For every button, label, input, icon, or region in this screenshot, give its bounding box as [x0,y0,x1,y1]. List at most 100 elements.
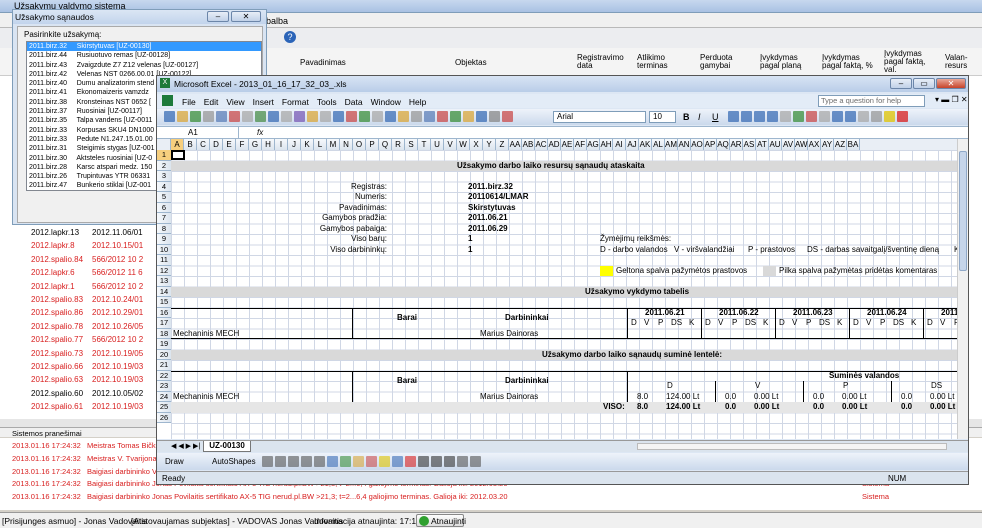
draw-icon[interactable] [301,456,312,467]
picker-list-item[interactable]: 2011.birz.44 Rusiuotuvo remas [UZ-00128] [27,51,261,60]
draw-icon[interactable] [353,456,364,467]
help-icon[interactable]: ? [284,31,296,43]
table-row[interactable]: 2012.lapkr.6 566/2012 11 6 [0,266,170,279]
format-icon[interactable] [845,111,856,122]
menu-insert[interactable]: Insert [253,97,274,107]
toolbar-icon[interactable] [450,111,461,122]
draw-icon[interactable] [288,456,299,467]
toolbar-icon[interactable] [268,111,279,122]
table-row[interactable]: 2012.spalio.61 2012.10.19/03 [0,400,170,413]
table-row[interactable]: 2012.spalio.83 2012.10.24/01 [0,293,170,306]
draw-icon[interactable] [275,456,286,467]
toolbar-icon[interactable] [385,111,396,122]
hdr-valandos[interactable]: Valan- resurs [945,54,981,70]
draw-icon[interactable] [366,456,377,467]
menu-edit[interactable]: Edit [204,97,219,107]
format-icon[interactable] [741,111,752,122]
draw-icon[interactable] [392,456,403,467]
format-icon[interactable] [793,111,804,122]
menu-help[interactable]: Help [409,97,426,107]
toolbar-icon[interactable] [411,111,422,122]
underline-button[interactable]: U [712,112,719,122]
picker-close-button[interactable]: ✕ [231,11,261,22]
hdr-atlikimo[interactable]: Atlikimo terminas [637,54,677,70]
vscroll-thumb[interactable] [959,151,967,271]
draw-icon[interactable] [444,456,455,467]
toolbar-icon[interactable] [372,111,383,122]
draw-icon[interactable] [431,456,442,467]
table-row[interactable]: 2012.lapkr.1 566/2012 10 2 [0,280,170,293]
draw-icon[interactable] [470,456,481,467]
toolbar-icon[interactable] [489,111,500,122]
menu-file[interactable]: File [182,97,196,107]
sheet-vscroll[interactable] [957,139,968,439]
draw-icon[interactable] [340,456,351,467]
format-icon[interactable] [897,111,908,122]
name-box[interactable]: A1 [185,127,239,139]
excel-doc-controls[interactable]: ▾ ▬ ❐ ✕ [935,95,968,104]
picker-minimize-button[interactable]: – [207,11,229,22]
table-row[interactable]: 2012.spalio.77 566/2012 10 2 [0,333,170,346]
table-row[interactable]: 2012.lapkr.13 2012.11.06/01 [0,226,170,239]
draw-icon[interactable] [327,456,338,467]
main-menu-partial[interactable]: balba [266,16,288,26]
toolbar-icon[interactable] [177,111,188,122]
hdr-pavadinimas[interactable]: Pavadinimas [300,58,346,67]
menu-tools[interactable]: Tools [317,97,337,107]
menu-data[interactable]: Data [345,97,363,107]
format-icon[interactable] [858,111,869,122]
toolbar-icon[interactable] [346,111,357,122]
hdr-registravimo[interactable]: Registravimo data [577,54,625,70]
hdr-faktas-val[interactable]: Įvykdymas pagal faktą, val. [884,50,936,74]
toolbar-icon[interactable] [281,111,292,122]
workbook-icon[interactable] [162,95,173,106]
message-row[interactable]: 2013.01.16 17:24:32 Baigiasi darbininko J… [0,491,982,503]
picker-list-item[interactable]: 2011.birz.43 Zvaigzdute Z7 Z12 velenas [… [27,61,261,70]
format-icon[interactable] [832,111,843,122]
sheet-hscroll[interactable] [637,443,947,450]
toolbar-icon[interactable] [424,111,435,122]
toolbar-icon[interactable] [203,111,214,122]
italic-button[interactable]: I [698,112,701,122]
worksheet[interactable]: A B C D E F G H I J K L M N O P Q R S T U V W X Y Z AA AB AC AD AE AF AG… [157,139,957,439]
format-icon[interactable] [884,111,895,122]
fx-icon[interactable]: fx [257,128,263,137]
table-row[interactable]: 2012.spalio.73 2012.10.19/05 [0,347,170,360]
refresh-button[interactable]: Atnaujinti [416,514,466,527]
autoshapes-menu[interactable]: AutoShapes [212,457,256,466]
toolbar-icon[interactable] [307,111,318,122]
table-row[interactable]: 2012.lapkr.8 2012.10.15/01 [0,239,170,252]
draw-icon[interactable] [405,456,416,467]
hdr-faktas-proc[interactable]: Įvykdymas pagal faktą, % [822,54,878,70]
table-row[interactable]: 2012.spalio.60 2012.10.05/02 [0,387,170,400]
format-icon[interactable] [819,111,830,122]
menu-window[interactable]: Window [371,97,401,107]
table-row[interactable]: 2012.spalio.78 2012.10.26/05 [0,320,170,333]
draw-icon[interactable] [457,456,468,467]
bold-button[interactable]: B [683,112,690,122]
toolbar-icon[interactable] [320,111,331,122]
toolbar-icon[interactable] [294,111,305,122]
toolbar-icon[interactable] [502,111,513,122]
tab-uz-00130[interactable]: UZ-00130 [203,441,251,452]
menu-format[interactable]: Format [282,97,309,107]
draw-menu[interactable]: Draw [165,457,184,466]
hdr-perduota[interactable]: Perduota gamybai [700,54,744,70]
format-icon[interactable] [806,111,817,122]
draw-icon[interactable] [262,456,273,467]
table-row[interactable]: 2012.spalio.66 2012.10.19/03 [0,360,170,373]
hdr-planas[interactable]: Įvykdymas pagal planą [760,54,814,70]
draw-icon[interactable] [418,456,429,467]
table-row[interactable]: 2012.spalio.86 2012.10.29/01 [0,306,170,319]
help-search-input[interactable]: Type a question for help [818,95,925,107]
toolbar-icon[interactable] [242,111,253,122]
toolbar-icon[interactable] [476,111,487,122]
excel-maximize-button[interactable]: ▭ [913,78,935,89]
font-name-select[interactable]: Arial [553,111,646,123]
table-row[interactable]: 2012.spalio.63 2012.10.19/03 [0,373,170,386]
tab-nav-arrows[interactable]: ◀ ◀ ▶ ▶| [171,442,200,450]
table-row[interactable]: 2012.spalio.84 566/2012 10 2 [0,253,170,266]
draw-icon[interactable] [379,456,390,467]
format-icon[interactable] [767,111,778,122]
toolbar-icon[interactable] [333,111,344,122]
